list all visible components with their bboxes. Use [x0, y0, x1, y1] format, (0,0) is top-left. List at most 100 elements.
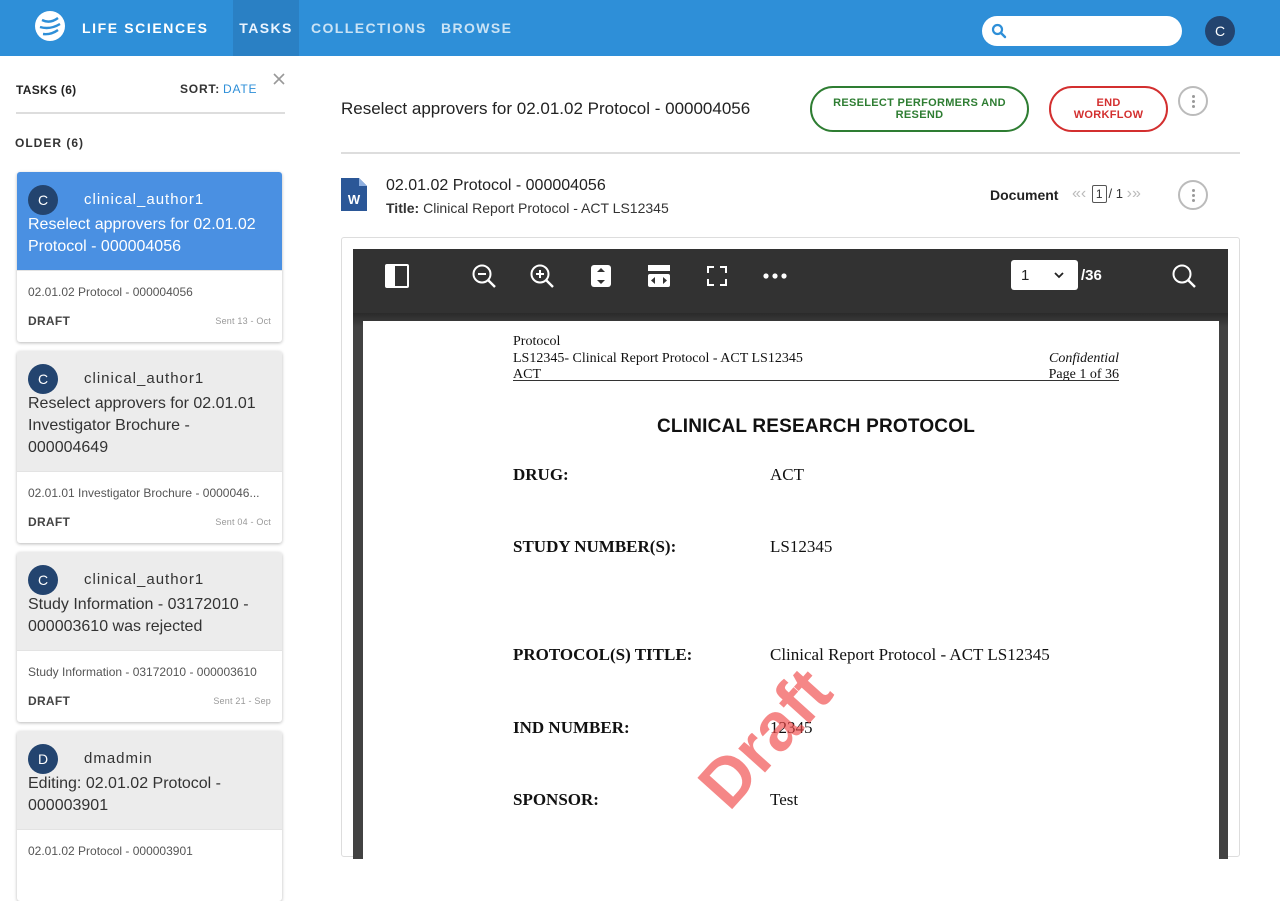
task-document: 02.01.02 Protocol - 000003901 [28, 844, 193, 858]
more-tools-icon[interactable] [762, 263, 788, 289]
task-user: clinical_author1 [84, 571, 205, 588]
field-label-protocol-title: PROTOCOL(S) TITLE: [513, 645, 693, 664]
document-heading: CLINICAL RESEARCH PROTOCOL [656, 416, 975, 437]
sort-label: SORT: [180, 82, 220, 96]
document-pager: «‹ 1/ 1 ›» [1072, 185, 1141, 207]
task-document: 02.01.02 Protocol - 000004056 [28, 285, 193, 299]
task-sent-date: Sent 04 - Oct [215, 517, 271, 527]
top-navigation-bar: LIFE SCIENCES TASKS COLLECTIONS BROWSE C [0, 0, 1280, 56]
task-user: clinical_author1 [84, 370, 205, 387]
user-avatar[interactable]: C [1205, 16, 1235, 46]
task-user: dmadmin [84, 750, 153, 767]
chevron-down-icon [1054, 272, 1064, 279]
field-value-study-number: LS12345 [770, 537, 833, 556]
search-icon [991, 23, 1007, 39]
document-title: Title: Clinical Report Protocol - ACT LS… [386, 200, 669, 216]
tab-collections[interactable]: COLLECTIONS [311, 0, 427, 56]
task-card-header: C clinical_author1 Study Information - 0… [17, 552, 282, 650]
task-document: 02.01.01 Investigator Brochure - 0000046… [28, 486, 260, 500]
draft-watermark: Draft [683, 653, 847, 823]
search-input[interactable] [982, 16, 1182, 46]
task-card[interactable]: C clinical_author1 Study Information - 0… [17, 552, 282, 722]
page-title: Reselect approvers for 02.01.02 Protocol… [341, 99, 751, 118]
header-rule [513, 380, 1119, 381]
word-document-icon: W [341, 178, 367, 211]
last-page-icon[interactable]: » [1132, 185, 1141, 202]
document-label: Document [990, 187, 1059, 203]
search-icon[interactable] [1171, 263, 1197, 289]
avatar: C [28, 185, 58, 215]
task-card-body: 02.01.01 Investigator Brochure - 0000046… [17, 471, 282, 543]
fullscreen-icon[interactable] [704, 263, 730, 289]
task-status: DRAFT [28, 515, 71, 529]
page-select-value: 1 [1021, 267, 1030, 284]
life-sciences-logo-icon[interactable] [34, 10, 66, 42]
zoom-in-icon[interactable] [529, 263, 555, 289]
document-name: 02.01.02 Protocol - 000004056 [386, 177, 606, 194]
document-title-value: Clinical Report Protocol - ACT LS12345 [423, 200, 669, 216]
pdf-page: Protocol LS12345- Clinical Report Protoc… [363, 321, 1219, 881]
field-value-sponsor: Test [770, 790, 799, 809]
task-card-header: D dmadmin Editing: 02.01.02 Protocol - 0… [17, 731, 282, 829]
task-more-options-icon[interactable] [1178, 86, 1208, 116]
reselect-performers-button[interactable]: RESELECT PERFORMERS AND RESEND [810, 86, 1029, 132]
task-sent-date: Sent 13 - Oct [215, 316, 271, 326]
reselect-performers-label: RESELECT PERFORMERS AND RESEND [833, 97, 1006, 121]
page-number-select[interactable]: 1 [1011, 260, 1078, 290]
task-card-body: 02.01.02 Protocol - 000004056 DRAFT Sent… [17, 270, 282, 342]
svg-text:W: W [348, 192, 361, 207]
task-status: DRAFT [28, 314, 71, 328]
end-workflow-label: END WORKFLOW [1073, 97, 1144, 121]
sort-control[interactable]: SORT: DATE [180, 82, 257, 96]
task-title: Editing: 02.01.02 Protocol - 000003901 [28, 775, 222, 814]
header-protocol: Protocol [513, 334, 561, 349]
task-card[interactable]: C clinical_author1 Reselect approvers fo… [17, 351, 282, 543]
task-status: DRAFT [28, 694, 71, 708]
task-title: Study Information - 03172010 - 000003610… [28, 596, 249, 635]
pdf-toolbar: 1 /36 [353, 249, 1228, 313]
task-card-body: 02.01.02 Protocol - 000003901 [17, 829, 282, 901]
tab-tasks[interactable]: TASKS [233, 0, 299, 56]
task-title: Reselect approvers for 02.01.01 Investig… [28, 395, 256, 456]
previous-page-icon[interactable]: ‹ [1081, 185, 1086, 202]
group-header-older: OLDER (6) [15, 136, 84, 150]
field-label-study-number: STUDY NUMBER(S): [513, 537, 677, 556]
sidebar-toggle-icon[interactable] [384, 263, 410, 289]
page-total: /36 [1081, 267, 1102, 284]
sidebar-divider [16, 112, 285, 114]
task-title: Reselect approvers for 02.01.02 Protocol… [28, 216, 256, 255]
task-card-header: C clinical_author1 Reselect approvers fo… [17, 172, 282, 270]
task-card-header: C clinical_author1 Reselect approvers fo… [17, 351, 282, 471]
task-card-body: Study Information - 03172010 - 000003610… [17, 650, 282, 722]
fit-width-icon[interactable] [646, 263, 672, 289]
field-value-protocol-title: Clinical Report Protocol - ACT LS12345 [770, 645, 1050, 664]
first-page-icon[interactable]: « [1072, 185, 1081, 202]
pager-current[interactable]: 1 [1091, 185, 1107, 203]
sort-value[interactable]: DATE [223, 82, 257, 96]
task-user: clinical_author1 [84, 191, 205, 208]
header-divider [341, 152, 1240, 154]
field-value-drug: ACT [770, 465, 804, 484]
document-more-options-icon[interactable] [1178, 180, 1208, 210]
avatar: C [28, 364, 58, 394]
field-label-ind-number: IND NUMBER: [513, 718, 630, 737]
field-label-sponsor: SPONSOR: [513, 790, 599, 809]
field-label-drug: DRUG: [513, 465, 569, 484]
document-title-label: Title: [386, 200, 420, 216]
header-confidential: Confidential [1049, 351, 1119, 366]
close-icon[interactable] [272, 72, 286, 86]
header-study: LS12345- Clinical Report Protocol - ACT … [513, 351, 803, 366]
task-card[interactable]: C clinical_author1 Reselect approvers fo… [17, 172, 282, 342]
pdf-viewer: 1 /36 Protocol LS12345- Clinical Report … [353, 249, 1228, 881]
task-card[interactable]: D dmadmin Editing: 02.01.02 Protocol - 0… [17, 731, 282, 901]
avatar: D [28, 744, 58, 774]
end-workflow-button[interactable]: END WORKFLOW [1049, 86, 1168, 132]
zoom-out-icon[interactable] [471, 263, 497, 289]
task-sent-date: Sent 21 - Sep [213, 696, 271, 706]
pager-total: / 1 [1108, 186, 1124, 201]
task-document: Study Information - 03172010 - 000003610 [28, 665, 257, 679]
avatar: C [28, 565, 58, 595]
fit-page-icon[interactable] [588, 263, 614, 289]
tasks-count-header: TASKS (6) [16, 83, 77, 97]
tab-browse[interactable]: BROWSE [441, 0, 512, 56]
